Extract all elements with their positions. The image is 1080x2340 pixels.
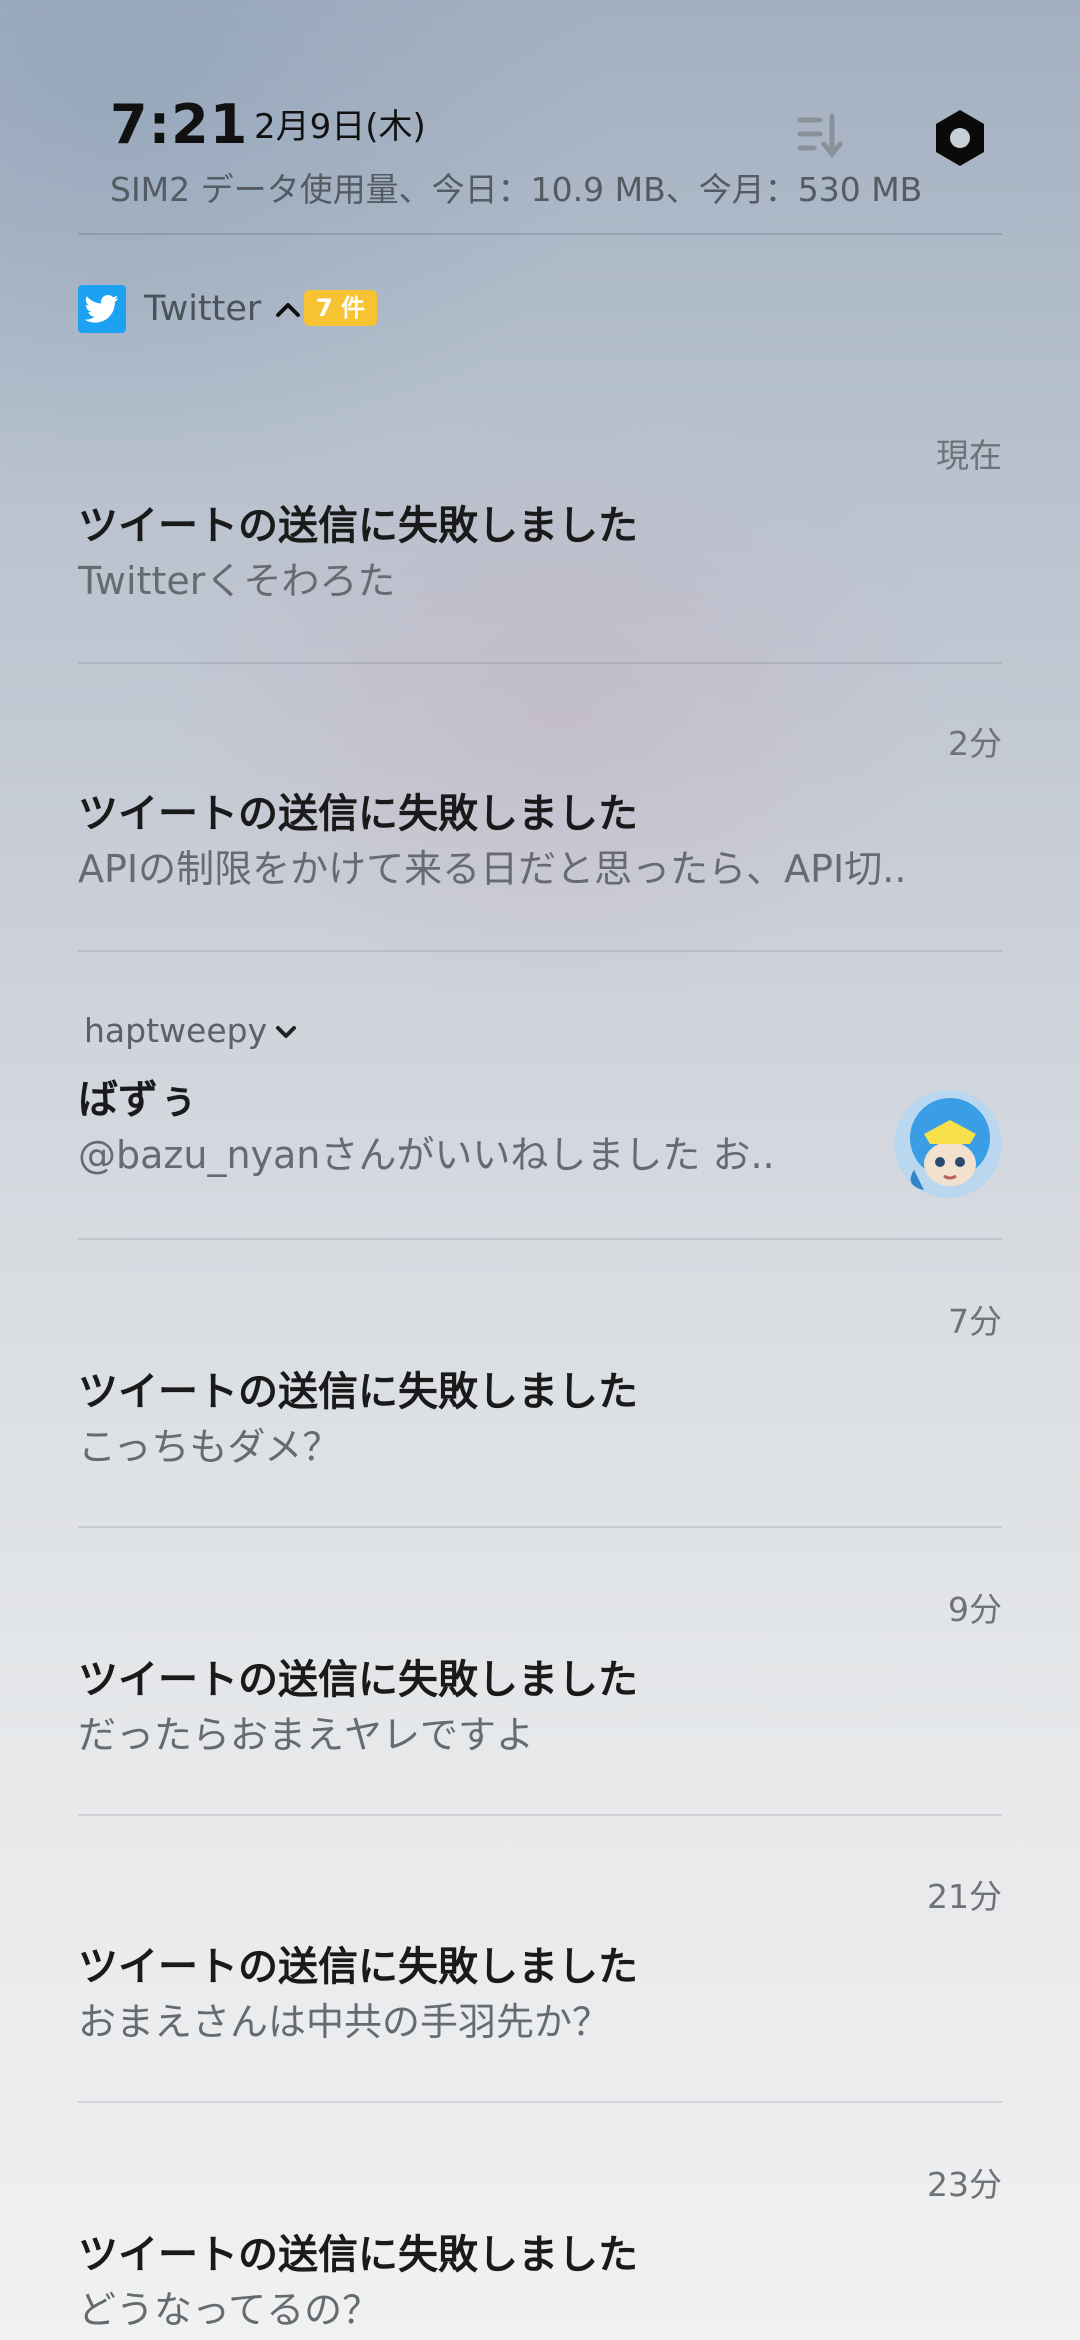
notification-divider [78,1526,1002,1528]
chevron-down-icon[interactable] [270,1016,302,1048]
header-divider [78,233,1002,235]
notification-title: ツイートの送信に失敗しました [78,791,638,837]
notification-divider [78,950,1002,952]
notification-title: ツイートの送信に失敗しました [78,1944,638,1990]
sort-button[interactable] [794,108,850,164]
notification-time: 21分 [927,1877,1002,1916]
notification-item[interactable]: 7分 ツイートの送信に失敗しました こっちもダメ？ [78,1296,1002,1530]
notification-time: 2分 [948,724,1002,763]
notification-body: どうなってるの？ [78,2288,381,2332]
avatar [894,1090,1002,1198]
notification-time: 7分 [948,1302,1002,1341]
app-name: Twitter [144,289,262,329]
notification-title: ツイートの送信に失敗しました [78,1657,638,1703]
notification-item[interactable]: 21分 ツイートの送信に失敗しました おまえさんは中共の手羽先か？ [78,1871,1002,2105]
notification-title: ツイートの送信に失敗しました [78,503,638,549]
notification-body: おまえさんは中共の手羽先か？ [78,2000,611,2044]
avatar-penguin-character [894,1090,1002,1198]
notification-item[interactable]: 2分 ツイートの送信に失敗しました APIの制限をかけて来る日だと思ったら、AP… [78,718,1002,952]
notification-body: APIの制限をかけて来る日だと思ったら、API切.. [78,847,907,891]
notification-item[interactable]: 23分 ツイートの送信に失敗しました どうなってるの？ [78,2159,1002,2340]
notification-time: 23分 [927,2165,1002,2204]
count-badge: 7 件 [304,290,378,326]
notification-header: 7:21 2月9日(木) SIM2 データ使用量、今日：10.9 MB、今月：5… [78,90,1002,234]
date: 2月9日(木) [254,107,426,147]
notification-time: 9分 [948,1590,1002,1629]
settings-hexagon-icon [936,110,984,166]
notification-title: ツイートの送信に失敗しました [78,2232,638,2278]
twitter-bird-icon [78,285,126,333]
notification-divider [78,662,1002,664]
notification-item[interactable]: 9分 ツイートの送信に失敗しました だったらおまえヤレですよ [78,1584,1002,1818]
chevron-up-icon[interactable] [270,289,306,329]
sort-icon [797,113,843,159]
notification-divider [78,1238,1002,1240]
notification-item-like[interactable]: haptweepy ばずぅ @bazu_nyanさんがいいねしました お.. [78,1008,1002,1242]
app-group-header[interactable]: Twitter 7 件 [78,285,678,335]
data-usage-text: SIM2 データ使用量、今日：10.9 MB、今月：530 MB [110,170,923,209]
notification-item[interactable]: 現在 ツイートの送信に失敗しました Twitterくそわろた [78,430,1002,664]
notification-time: 現在 [936,436,1002,475]
clock: 7:21 [110,93,249,156]
notification-body: @bazu_nyanさんがいいねしました お.. [78,1133,775,1177]
settings-button[interactable] [928,106,992,170]
notification-divider [78,1814,1002,1816]
account-name: haptweepy [84,1011,268,1050]
notification-body: だったらおまえヤレですよ [78,1713,535,1757]
notification-divider [78,2101,1002,2103]
notification-body: Twitterくそわろた [78,559,396,603]
notification-title: ばずぅ [78,1077,198,1123]
notification-body: こっちもダメ？ [78,1425,341,1469]
notification-title: ツイートの送信に失敗しました [78,1369,638,1415]
